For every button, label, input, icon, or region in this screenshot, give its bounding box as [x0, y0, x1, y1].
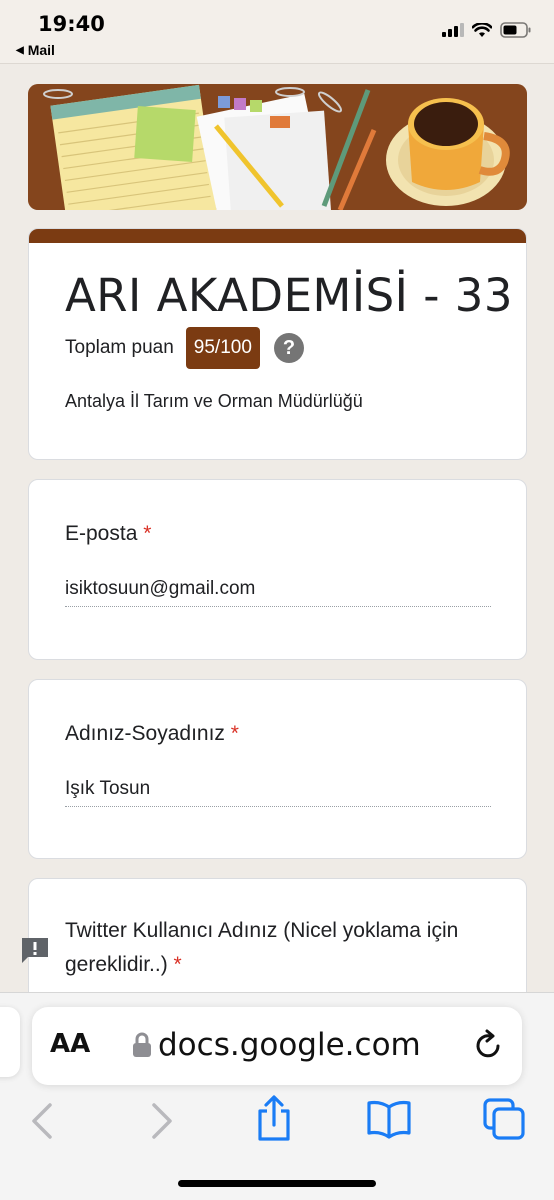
tabs-icon[interactable]	[482, 1097, 526, 1141]
status-time: 19:40	[38, 12, 105, 36]
question-label: E-posta *	[65, 522, 151, 546]
reload-icon[interactable]	[474, 1029, 504, 1061]
form-header-image	[28, 84, 527, 210]
score-row: Toplam puan 95/100 ?	[65, 327, 304, 369]
question-card-twitter: Twitter Kullanıcı Adınız (Nicel yoklama …	[28, 878, 527, 1008]
signal-icon	[442, 23, 464, 37]
question-card-name: Adınız-Soyadınız * Işık Tosun	[28, 679, 527, 859]
form-title: ARI AKADEMİSİ - 33	[65, 269, 514, 322]
back-arrow-icon: ◀	[16, 44, 24, 56]
question-label: Twitter Kullanıcı Adınız (Nicel yoklama …	[65, 914, 485, 982]
url-text: docs.google.com	[158, 1027, 421, 1063]
form-title-card: ARI AKADEMİSİ - 33 Toplam puan 95/100 ? …	[28, 228, 527, 460]
question-label: Adınız-Soyadınız *	[65, 722, 239, 746]
required-marker: *	[143, 522, 152, 545]
forward-icon[interactable]	[148, 1101, 176, 1141]
feedback-icon[interactable]	[20, 936, 50, 964]
status-bar: 19:40 ◀ Mail	[0, 0, 554, 64]
help-icon[interactable]: ?	[273, 333, 304, 363]
battery-icon	[500, 22, 531, 38]
back-to-app-link[interactable]: ◀ Mail	[16, 42, 55, 58]
form-description: Antalya İl Tarım ve Orman Müdürlüğü	[65, 391, 363, 411]
browser-toolbar: AA docs.google.com	[0, 992, 554, 1200]
text-size-button[interactable]: AA	[50, 1029, 90, 1059]
question-text: E-posta	[65, 522, 138, 545]
previous-tab-preview[interactable]	[0, 1007, 20, 1077]
back-app-label: Mail	[27, 42, 55, 58]
bookmarks-icon[interactable]	[366, 1099, 412, 1139]
name-answer: Işık Tosun	[65, 778, 491, 807]
address-bar[interactable]: AA docs.google.com	[32, 1007, 522, 1085]
browser-nav-row	[0, 1095, 554, 1153]
required-marker: *	[173, 953, 182, 976]
share-icon[interactable]	[254, 1095, 294, 1143]
home-indicator[interactable]	[178, 1180, 376, 1187]
url-display[interactable]: docs.google.com	[132, 1027, 421, 1063]
title-card-accent-bar	[29, 229, 526, 243]
email-answer: isiktosuun@gmail.com	[65, 578, 491, 607]
wifi-icon	[472, 22, 492, 37]
text-size-label: AA	[50, 1029, 91, 1059]
question-card-email: E-posta * isiktosuun@gmail.com	[28, 479, 527, 660]
status-icons	[442, 22, 532, 38]
score-label: Toplam puan	[65, 337, 174, 358]
lock-icon	[133, 1032, 151, 1057]
question-text: Adınız-Soyadınız	[65, 722, 225, 745]
back-icon[interactable]	[28, 1101, 56, 1141]
question-text: Twitter Kullanıcı Adınız (Nicel yoklama …	[65, 919, 459, 976]
required-marker: *	[230, 722, 239, 745]
score-badge: 95/100	[185, 327, 260, 369]
